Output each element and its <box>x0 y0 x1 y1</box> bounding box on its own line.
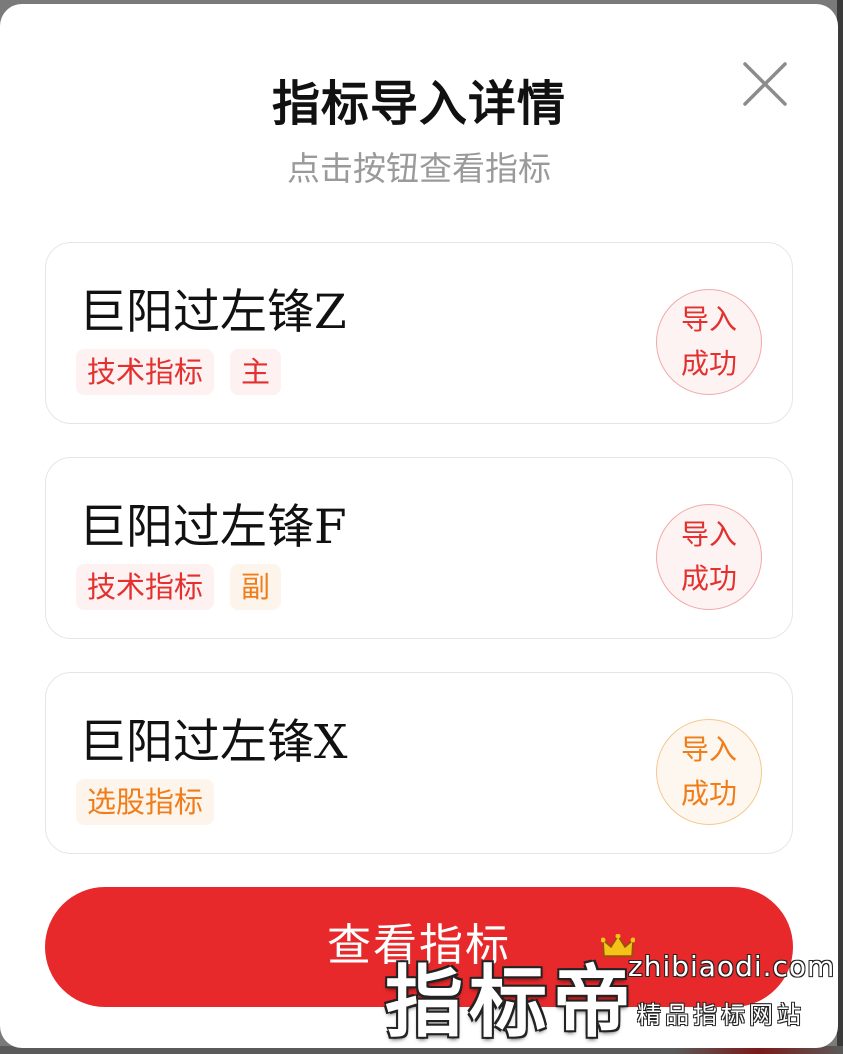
indicator-card: 巨阳过左锋X 选股指标 导入 成功 <box>45 672 793 854</box>
close-button[interactable] <box>740 59 790 109</box>
stamp-line1: 导入 <box>680 303 737 336</box>
stamp-line1: 导入 <box>680 518 737 551</box>
view-indicators-button[interactable]: 查看指标 <box>45 887 793 1007</box>
close-icon <box>743 62 787 106</box>
import-success-stamp: 导入 成功 <box>656 504 762 610</box>
indicator-card: 巨阳过左锋F 技术指标 副 导入 成功 <box>45 457 793 639</box>
import-success-stamp: 导入 成功 <box>656 719 762 825</box>
stamp-line2: 成功 <box>680 347 737 380</box>
indicator-card: 巨阳过左锋Z 技术指标 主 导入 成功 <box>45 242 793 424</box>
import-success-stamp: 导入 成功 <box>656 289 762 395</box>
tag-chart-position: 副 <box>230 564 282 610</box>
indicator-name: 巨阳过左锋F <box>79 500 347 555</box>
tag-type: 技术指标 <box>76 564 215 610</box>
indicator-name: 巨阳过左锋Z <box>79 285 347 340</box>
stamp-line2: 成功 <box>680 562 737 595</box>
tag-type: 选股指标 <box>76 779 215 825</box>
indicator-name: 巨阳过左锋X <box>79 715 348 770</box>
stamp-line1: 导入 <box>680 733 737 766</box>
modal-subtitle: 点击按钮查看指标 <box>287 149 551 188</box>
indicator-tags: 选股指标 <box>76 779 215 825</box>
tag-type: 技术指标 <box>76 349 215 395</box>
import-details-modal: 指标导入详情 点击按钮查看指标 巨阳过左锋Z 技术指标 主 导入 成功 巨阳过左… <box>0 4 838 1048</box>
modal-title: 指标导入详情 <box>271 76 566 132</box>
indicator-tags: 技术指标 主 <box>76 349 282 395</box>
indicator-tags: 技术指标 副 <box>76 564 282 610</box>
tag-chart-position: 主 <box>230 349 282 395</box>
stamp-line2: 成功 <box>680 777 737 810</box>
